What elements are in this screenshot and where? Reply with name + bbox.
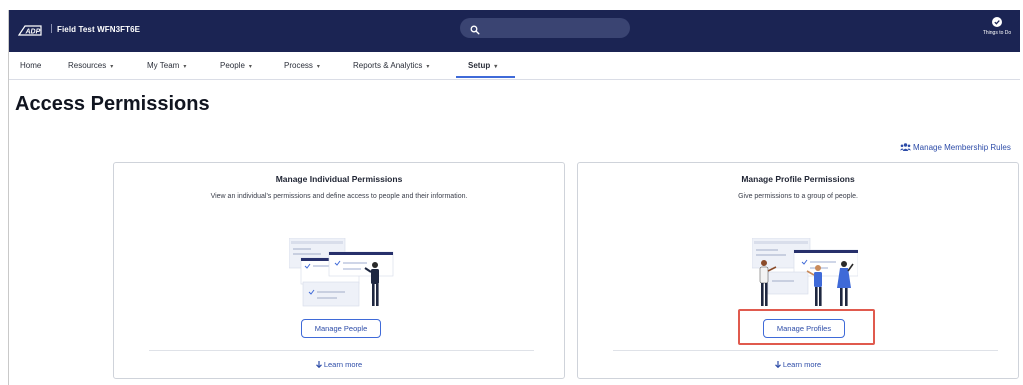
- chevron-down-icon: ▾: [110, 64, 114, 70]
- main-nav: Home Resources ▾ My Team ▾ People ▾ Process…: [9, 52, 1020, 80]
- learn-more-link[interactable]: Learn more: [578, 360, 1018, 370]
- adp-logo-icon[interactable]: ADP: [17, 24, 43, 37]
- nav-reports-analytics[interactable]: Reports & Analytics ▾: [353, 61, 429, 70]
- divider: [51, 24, 52, 33]
- card-description: View an individual's permissions and def…: [210, 193, 468, 200]
- svg-text:ADP: ADP: [25, 29, 41, 36]
- learn-more-label: Learn more: [782, 360, 822, 369]
- active-tab-indicator: [456, 76, 515, 78]
- card-divider: [149, 350, 534, 351]
- highlight-annotation-box: [738, 309, 875, 345]
- search-icon: [470, 22, 480, 40]
- individual-permissions-illustration: [288, 237, 394, 313]
- profile-permissions-illustration: [751, 237, 859, 313]
- chevron-down-icon: ▾: [248, 64, 252, 70]
- chevron-down-icon: ▾: [183, 64, 187, 70]
- nav-people-label: People: [220, 61, 245, 70]
- nav-home[interactable]: Home: [20, 61, 41, 70]
- things-to-do-label: Things to Do: [982, 30, 1012, 36]
- membership-link-label: Manage Membership Rules: [913, 143, 1011, 152]
- arrow-down-icon: [315, 361, 322, 370]
- nav-home-label: Home: [20, 61, 42, 70]
- nav-process[interactable]: Process ▾: [284, 61, 320, 70]
- nav-my-team-label: My Team: [147, 61, 180, 70]
- manage-people-button[interactable]: Manage People: [301, 319, 381, 338]
- nav-setup[interactable]: Setup ▾: [468, 61, 497, 70]
- chevron-down-icon: ▾: [494, 64, 498, 70]
- individual-permissions-card: Manage Individual Permissions View an in…: [113, 162, 565, 379]
- nav-process-label: Process: [284, 61, 313, 70]
- chevron-down-icon: ▾: [426, 64, 430, 70]
- page-title: Access Permissions: [15, 93, 210, 115]
- nav-resources-label: Resources: [68, 61, 107, 70]
- arrow-down-icon: [774, 361, 781, 370]
- nav-my-team[interactable]: My Team ▾: [147, 61, 186, 70]
- learn-more-link[interactable]: Learn more: [114, 360, 564, 370]
- learn-more-label: Learn more: [323, 360, 363, 369]
- card-description: Give permissions to a group of people.: [738, 193, 858, 200]
- manage-membership-rules-link[interactable]: Manage Membership Rules: [900, 143, 1011, 153]
- nav-reports-label: Reports & Analytics: [353, 61, 423, 70]
- top-header: ADP Field Test WFN3FT6E Things to Do: [9, 10, 1020, 52]
- profile-permissions-card: Manage Profile Permissions Give permissi…: [577, 162, 1019, 379]
- chevron-down-icon: ▾: [316, 64, 320, 70]
- nav-people[interactable]: People ▾: [220, 61, 252, 70]
- nav-setup-label: Setup: [468, 61, 491, 70]
- card-title: Manage Profile Permissions: [741, 174, 855, 184]
- card-divider: [613, 350, 998, 351]
- company-name-text: Field Test WFN3FT6E: [57, 25, 141, 34]
- nav-resources[interactable]: Resources ▾: [68, 61, 113, 70]
- search-input[interactable]: [460, 18, 630, 38]
- checkmark-icon: [992, 17, 1002, 27]
- card-title: Manage Individual Permissions: [275, 174, 403, 184]
- things-to-do-button[interactable]: Things to Do: [974, 17, 1020, 36]
- company-name: Field Test WFN3FT6E: [51, 24, 140, 34]
- people-group-icon: [900, 143, 911, 153]
